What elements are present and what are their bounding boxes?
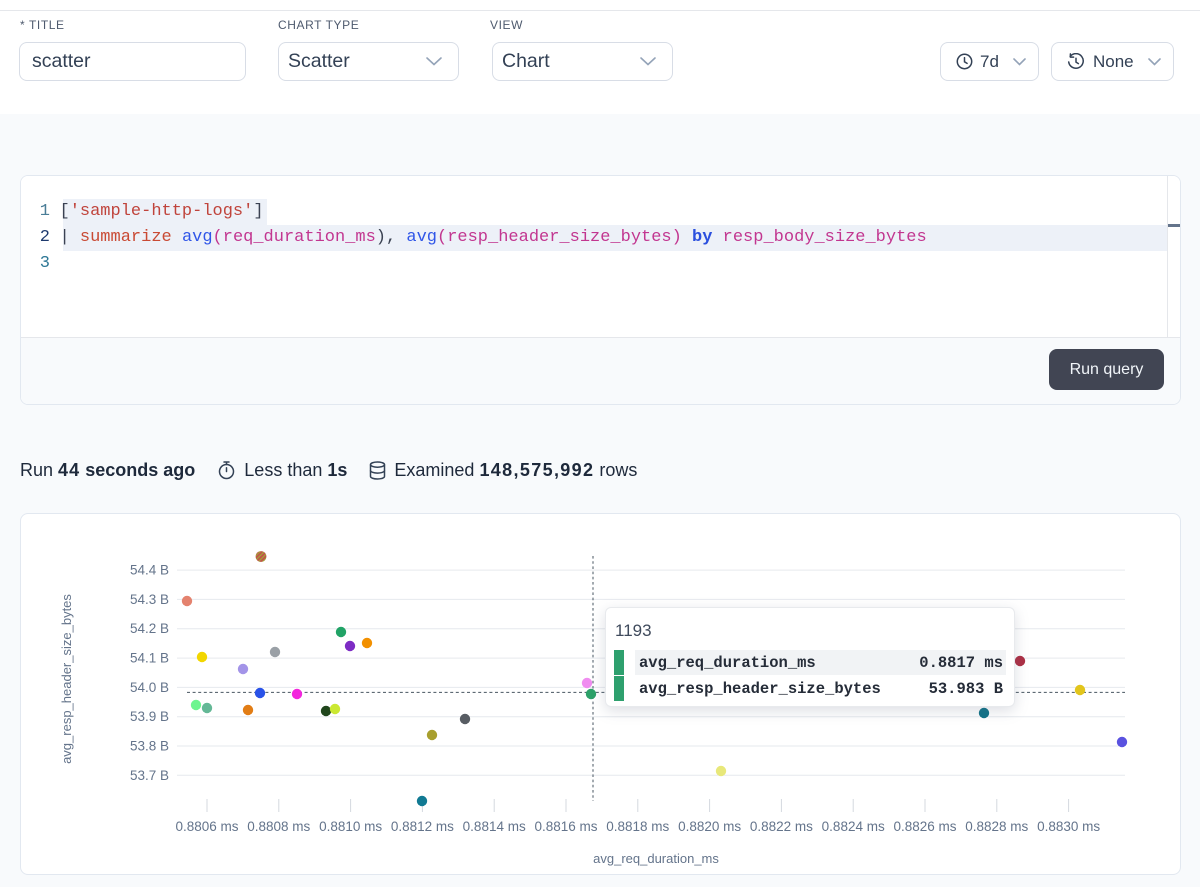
svg-text:0.8818 ms: 0.8818 ms (606, 819, 669, 834)
svg-text:53.9 B: 53.9 B (130, 709, 169, 724)
svg-text:54.3 B: 54.3 B (130, 592, 169, 607)
svg-text:avg_req_duration_ms: avg_req_duration_ms (593, 851, 719, 866)
svg-text:avg_resp_header_size_bytes: avg_resp_header_size_bytes (59, 594, 74, 764)
svg-text:0.8820 ms: 0.8820 ms (678, 819, 741, 834)
svg-text:0.8810 ms: 0.8810 ms (319, 819, 382, 834)
svg-text:0.8822 ms: 0.8822 ms (750, 819, 813, 834)
svg-text:0.8812 ms: 0.8812 ms (391, 819, 454, 834)
svg-text:53.7 B: 53.7 B (130, 768, 169, 783)
svg-text:0.8816 ms: 0.8816 ms (534, 819, 597, 834)
svg-text:0.8808 ms: 0.8808 ms (247, 819, 310, 834)
svg-text:0.8824 ms: 0.8824 ms (822, 819, 885, 834)
svg-text:0.8826 ms: 0.8826 ms (893, 819, 956, 834)
svg-text:0.8814 ms: 0.8814 ms (463, 819, 526, 834)
svg-text:54.2 B: 54.2 B (130, 621, 169, 636)
svg-text:0.8830 ms: 0.8830 ms (1037, 819, 1100, 834)
svg-text:53.8 B: 53.8 B (130, 739, 169, 754)
svg-text:0.8806 ms: 0.8806 ms (175, 819, 238, 834)
svg-text:0.8828 ms: 0.8828 ms (965, 819, 1028, 834)
svg-text:54.0 B: 54.0 B (130, 680, 169, 695)
svg-text:54.1 B: 54.1 B (130, 651, 169, 666)
svg-text:54.4 B: 54.4 B (130, 563, 169, 578)
